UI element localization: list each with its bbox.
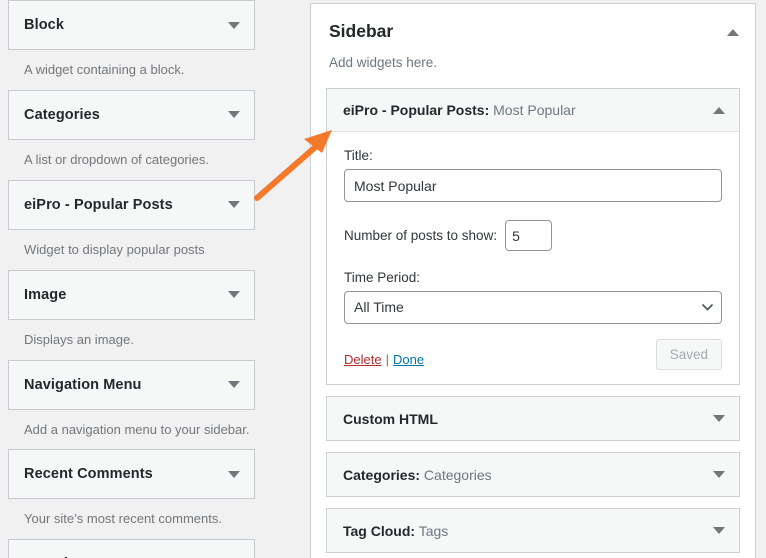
available-widget-label: Block — [24, 17, 64, 33]
available-widget-navigation-menu[interactable]: Navigation Menu — [8, 359, 255, 410]
available-widget-description: Add a navigation menu to your sidebar. — [24, 421, 250, 437]
chevron-down-icon[interactable] — [228, 111, 240, 119]
chevron-up-icon[interactable] — [727, 29, 739, 36]
widget-action-row: Delete | Done Saved — [344, 339, 722, 371]
title-input[interactable] — [344, 169, 722, 203]
save-button[interactable]: Saved — [655, 339, 722, 371]
widgets-admin-screen: Block A widget containing a block. Categ… — [0, 0, 766, 558]
sidebar-widget-list: eiPro - Popular Posts: Most Popular Titl… — [311, 71, 755, 558]
chevron-down-icon[interactable] — [228, 381, 240, 389]
delete-link[interactable]: Delete — [344, 352, 382, 367]
placed-widget-instance: Most Popular — [493, 102, 576, 119]
available-widget-label: eiPro - Popular Posts — [24, 196, 173, 213]
widget-action-links: Delete | Done — [344, 343, 656, 367]
available-widget-image[interactable]: Image — [8, 269, 255, 320]
time-period-select[interactable]: All Time — [344, 291, 722, 325]
placed-widget-name: Custom HTML — [343, 410, 438, 427]
available-widget-categories[interactable]: Categories — [8, 89, 255, 140]
done-link[interactable]: Done — [393, 352, 424, 367]
placed-widget-title: Tag Cloud: Tags — [343, 523, 713, 539]
available-widget-description: Widget to display popular posts — [24, 241, 205, 257]
placed-widget-name: Categories: — [343, 466, 421, 483]
time-period-select-wrapper: All Time — [344, 291, 722, 325]
placed-widget-categories: Categories: Categories — [326, 452, 740, 498]
placed-widget-eipro-popular-posts: eiPro - Popular Posts: Most Popular Titl… — [326, 88, 740, 386]
available-widget-description: A list or dropdown of categories. — [24, 151, 209, 167]
chevron-down-icon[interactable] — [228, 291, 240, 299]
title-field-label: Title: — [344, 148, 373, 164]
chevron-down-icon[interactable] — [713, 471, 725, 479]
placed-widget-title: Custom HTML — [343, 411, 713, 427]
available-widget-label: Image — [24, 286, 67, 303]
posts-count-label: Number of posts to show: — [344, 228, 498, 244]
placed-widget-header[interactable]: eiPro - Popular Posts: Most Popular — [327, 89, 739, 133]
chevron-down-icon[interactable] — [713, 527, 725, 535]
time-period-row: Time Period: All Time — [344, 270, 722, 325]
placed-widget-instance: Tags — [418, 522, 449, 539]
placed-widget-tag-cloud: Tag Cloud: Tags — [326, 508, 740, 554]
available-widget-label: Navigation Menu — [24, 376, 142, 393]
available-widgets-list: Block A widget containing a block. Categ… — [8, 0, 255, 558]
available-widget-label: Recent Comments — [24, 466, 153, 483]
placed-widget-title: Categories: Categories — [343, 467, 713, 483]
available-widget-label: Categories — [24, 106, 100, 123]
placed-widget-name: eiPro - Popular Posts: — [343, 102, 490, 119]
posts-count-input[interactable] — [505, 220, 553, 252]
chevron-up-icon[interactable] — [713, 106, 725, 114]
placed-widget-instance: Categories — [423, 466, 492, 483]
sidebar-widget-area: Sidebar Add widgets here. eiPro - Popula… — [310, 3, 756, 558]
sidebar-panel-header: Sidebar Add widgets here. — [311, 4, 755, 71]
page-title: Sidebar — [329, 21, 394, 41]
placed-widget-header[interactable]: Categories: Categories — [327, 453, 739, 497]
placed-widget-custom-html: Custom HTML — [326, 396, 740, 442]
sidebar-panel-subtitle: Add widgets here. — [329, 55, 438, 70]
available-widget-description: Your site’s most recent comments. — [24, 511, 222, 527]
action-separator: | — [385, 351, 389, 367]
available-widget-description: A widget containing a block. — [24, 62, 185, 77]
placed-widget-header[interactable]: Tag Cloud: Tags — [327, 509, 739, 553]
available-widget-recent-comments[interactable]: Recent Comments — [8, 449, 255, 500]
chevron-down-icon[interactable] — [228, 470, 240, 478]
placed-widget-name: Tag Cloud: — [343, 522, 416, 539]
posts-count-row: Number of posts to show: — [344, 220, 722, 252]
chevron-down-icon[interactable] — [228, 201, 240, 209]
chevron-down-icon[interactable] — [228, 21, 240, 29]
chevron-down-icon[interactable] — [713, 415, 725, 423]
placed-widget-header[interactable]: Custom HTML — [327, 397, 739, 441]
time-period-label: Time Period: — [344, 270, 421, 286]
available-widget-block[interactable]: Block — [8, 0, 255, 50]
available-widget-description: Displays an image. — [24, 331, 134, 347]
widget-settings-form: Title: Number of posts to show: Time Per… — [327, 132, 739, 385]
available-widget-eipro-popular-posts[interactable]: eiPro - Popular Posts — [8, 179, 255, 230]
available-widget-search[interactable]: Search — [8, 539, 255, 558]
placed-widget-title: eiPro - Popular Posts: Most Popular — [343, 102, 713, 118]
